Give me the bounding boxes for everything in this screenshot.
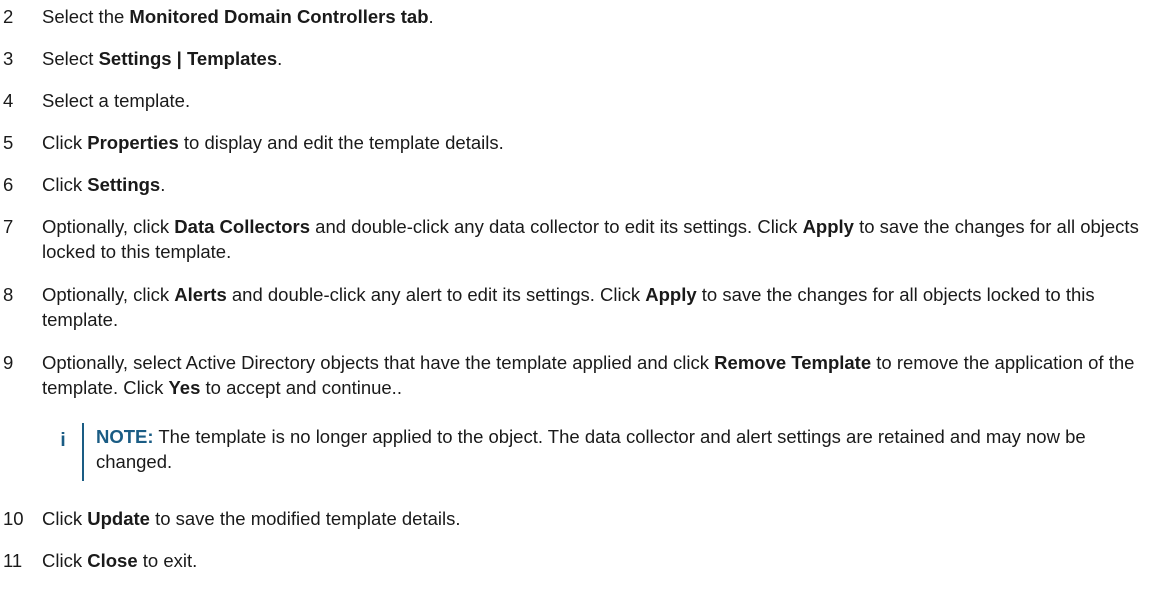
step-number: 7 (3, 216, 14, 237)
step-text: Select a template. (42, 90, 191, 111)
note-body: The template is no longer applied to the… (96, 426, 1086, 472)
step-text: Click Properties to display and edit the… (42, 132, 504, 153)
note-callout: i NOTE: The template is no longer applie… (56, 420, 1166, 482)
step-number: 9 (3, 352, 14, 373)
step-number: 10 (3, 508, 24, 529)
document-page: 2 Select the Monitored Domain Controller… (0, 0, 1176, 610)
step-number: 4 (3, 90, 14, 111)
step-text: Select Settings | Templates. (42, 48, 283, 69)
info-icon: i (60, 430, 66, 451)
step-number: 6 (3, 174, 14, 195)
step-text: Click Close to exit. (42, 550, 198, 571)
note-label: NOTE: (96, 426, 154, 447)
step-text: Select the Monitored Domain Controllers … (42, 6, 434, 27)
note-divider (82, 423, 84, 481)
step-text: Optionally, click Data Collectors and do… (42, 216, 1139, 262)
step-number: 8 (3, 284, 14, 305)
step-text: Optionally, click Alerts and double-clic… (42, 284, 1095, 330)
note-text: NOTE: The template is no longer applied … (96, 424, 1156, 474)
step-text: Optionally, select Active Directory obje… (42, 352, 1135, 398)
step-number: 2 (3, 6, 14, 27)
step-number: 11 (3, 550, 23, 571)
step-number: 3 (3, 48, 14, 69)
step-text: Click Settings. (42, 174, 166, 195)
step-number: 5 (3, 132, 14, 153)
step-text: Click Update to save the modified templa… (42, 508, 461, 529)
